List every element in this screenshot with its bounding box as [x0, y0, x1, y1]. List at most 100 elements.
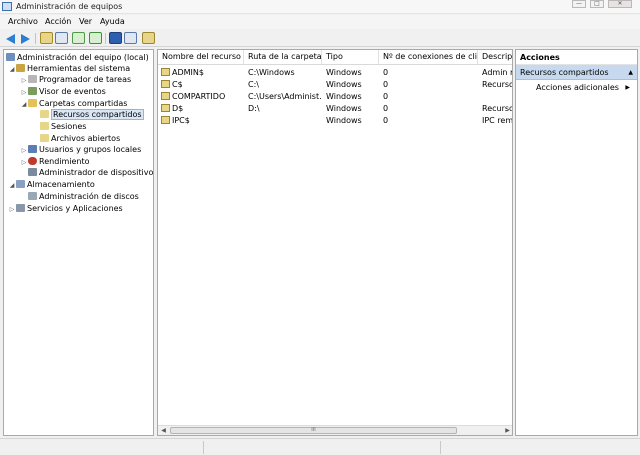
shared-folder-icon: [28, 99, 37, 107]
export-list-button[interactable]: [89, 32, 102, 44]
connection-count: 0: [383, 116, 389, 125]
forward-arrow-icon: [21, 34, 30, 44]
menu-ayuda[interactable]: Ayuda: [100, 17, 125, 26]
share-name: IPC$: [172, 116, 190, 125]
menu-accion[interactable]: Acción: [45, 17, 71, 26]
tree-item-label: Herramientas del sistema: [27, 64, 131, 73]
close-button[interactable]: ✕: [608, 0, 632, 8]
title-bar: Administración de equipos — □ ✕: [0, 0, 640, 14]
storage-icon: [16, 180, 25, 188]
tree-item-storage[interactable]: ◢ Almacenamiento: [8, 179, 95, 190]
collapse-arrow-icon[interactable]: ◢: [20, 99, 28, 110]
table-row[interactable]: COMPARTIDO C:\Users\Administ... Windows …: [158, 91, 512, 103]
table-row[interactable]: ADMIN$ C:\Windows Windows 0 Admin re: [158, 67, 512, 79]
menu-bar: Archivo Acción Ver Ayuda: [0, 15, 640, 29]
tree-item-performance[interactable]: ▷ Rendimiento: [20, 156, 90, 167]
tree-item-local-users[interactable]: ▷ Usuarios y grupos locales: [20, 144, 141, 155]
tree-item-shares[interactable]: Recursos compartidos: [40, 109, 144, 120]
horizontal-scrollbar[interactable]: ◀ III ▶: [158, 425, 512, 435]
tree-item-label: Programador de tareas: [39, 75, 132, 84]
connection-count: 0: [383, 92, 389, 101]
share-name: ADMIN$: [172, 68, 204, 77]
tree-item-open-files[interactable]: Archivos abiertos: [40, 133, 120, 144]
up-folder-button[interactable]: [40, 32, 53, 44]
tree-item-system-tools[interactable]: ◢ Herramientas del sistema: [8, 63, 130, 74]
scroll-right-icon[interactable]: ▶: [503, 427, 512, 435]
tools-icon: [16, 64, 25, 72]
tree-item-event-viewer[interactable]: ▷ Visor de eventos: [20, 86, 106, 97]
share-description: IPC remo: [482, 116, 513, 125]
actions-pane: Acciones Recursos compartidos ▲ Acciones…: [515, 49, 638, 436]
show-hide-tree-button[interactable]: [55, 32, 68, 44]
share-type: Windows: [326, 116, 362, 125]
column-header-share-name[interactable]: Nombre del recurso: [158, 50, 244, 64]
share-type: Windows: [326, 80, 362, 89]
menu-ver[interactable]: Ver: [79, 17, 92, 26]
more-actions-item[interactable]: Acciones adicionales ▶: [536, 82, 636, 94]
shares-list: Nombre del recurso Ruta de la carpeta Ti…: [157, 49, 513, 436]
tree-item-label: Servicios y Aplicaciones: [27, 204, 123, 213]
new-share-button[interactable]: [142, 32, 155, 44]
back-button[interactable]: [4, 32, 17, 44]
column-header-client-connections[interactable]: Nº de conexiones de clie...: [379, 50, 478, 64]
back-arrow-icon: [6, 34, 15, 44]
table-row[interactable]: IPC$ Windows 0 IPC remo: [158, 115, 513, 127]
column-header-folder-path[interactable]: Ruta de la carpeta: [244, 50, 322, 64]
share-icon: [40, 110, 49, 118]
actions-section-shares[interactable]: Recursos compartidos ▲: [516, 65, 637, 80]
share-icon: [161, 80, 170, 88]
tree-item-label: Rendimiento: [39, 157, 90, 166]
share-name: D$: [172, 104, 184, 113]
tree-item-label: Carpetas compartidas: [39, 99, 128, 108]
tree-item-sessions[interactable]: Sesiones: [40, 121, 86, 132]
toolbar-separator: [105, 33, 106, 44]
tree-item-label: Almacenamiento: [27, 180, 95, 189]
tree-item-label: Administrador de dispositivos: [39, 168, 154, 177]
collapse-arrow-icon[interactable]: ◢: [8, 180, 16, 191]
expand-arrow-icon[interactable]: ▷: [20, 145, 28, 156]
tree-item-computer-management[interactable]: Administración del equipo (local): [6, 52, 149, 63]
scrollbar-thumb[interactable]: III: [170, 427, 457, 434]
disk-icon: [28, 192, 37, 200]
share-icon: [161, 104, 170, 112]
collapse-arrow-icon[interactable]: ◢: [8, 64, 16, 75]
status-separator: [440, 441, 441, 454]
more-actions-label: Acciones adicionales: [536, 83, 619, 92]
expand-arrow-icon[interactable]: ▷: [8, 204, 16, 215]
tree-item-label: Administración de discos: [39, 192, 139, 201]
show-hide-action-pane-button[interactable]: [124, 32, 137, 44]
tree-item-services-apps[interactable]: ▷ Servicios y Aplicaciones: [8, 203, 123, 214]
expand-arrow-icon[interactable]: ▷: [20, 75, 28, 86]
tree-item-shared-folders[interactable]: ◢ Carpetas compartidas: [20, 98, 127, 109]
share-icon: [161, 68, 170, 76]
forward-button[interactable]: [19, 32, 32, 44]
share-icon: [40, 134, 49, 142]
minimize-button[interactable]: —: [572, 0, 586, 8]
column-header-type[interactable]: Tipo: [322, 50, 379, 64]
folder-path: C:\Windows: [248, 68, 295, 77]
help-button[interactable]: [109, 32, 122, 44]
table-row[interactable]: D$ D:\ Windows 0 Recurso: [158, 103, 512, 115]
users-icon: [28, 145, 37, 153]
expand-arrow-icon[interactable]: ▷: [20, 157, 28, 168]
connection-count: 0: [383, 104, 389, 113]
table-row[interactable]: C$ C:\ Windows 0 Recurso: [158, 79, 512, 91]
column-header-description[interactable]: Descripci: [478, 50, 512, 64]
expand-arrow-icon[interactable]: ▷: [20, 87, 28, 98]
refresh-button[interactable]: [72, 32, 85, 44]
actions-section-label: Recursos compartidos: [520, 68, 609, 77]
computer-management-icon: [2, 2, 12, 11]
menu-archivo[interactable]: Archivo: [8, 17, 38, 26]
share-icon: [161, 92, 170, 100]
folder-path: D:\: [248, 104, 260, 113]
toolbar-separator: [35, 33, 36, 44]
scroll-left-icon[interactable]: ◀: [159, 427, 168, 435]
tree-item-device-manager[interactable]: Administrador de dispositivos: [28, 167, 154, 178]
collapse-up-icon[interactable]: ▲: [628, 65, 633, 80]
tree-item-disk-management[interactable]: Administración de discos: [28, 191, 139, 202]
event-viewer-icon: [28, 87, 37, 95]
maximize-button[interactable]: □: [590, 0, 604, 8]
tree-item-task-scheduler[interactable]: ▷ Programador de tareas: [20, 74, 131, 85]
performance-icon: [28, 157, 37, 165]
submenu-arrow-icon: ▶: [625, 84, 630, 91]
